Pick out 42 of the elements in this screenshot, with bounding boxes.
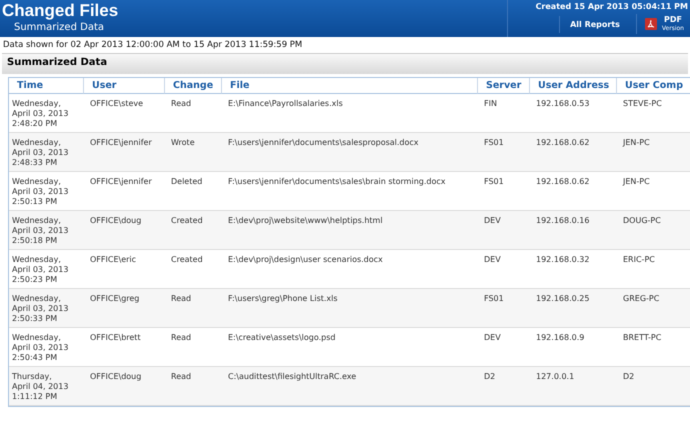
table-cell: C:\audittest\filesightUltraRC.exe: [221, 367, 477, 406]
table-cell: OFFICE\doug: [83, 367, 164, 406]
table-cell: D2: [616, 367, 690, 406]
table-cell: 192.168.0.62: [529, 133, 616, 172]
created-date: Created 15 Apr 2013 05:04:11 PM: [536, 1, 688, 13]
table-cell: DEV: [477, 211, 529, 250]
pdf-icon: [644, 18, 657, 30]
column-header[interactable]: User: [83, 78, 164, 94]
column-header[interactable]: User Comp: [616, 78, 690, 94]
table-cell: Wednesday, April 03, 2013 2:50:33 PM: [9, 289, 83, 328]
table-cell: 127.0.0.1: [529, 367, 616, 406]
table-cell: Wednesday, April 03, 2013 2:48:33 PM: [9, 133, 83, 172]
table-cell: 192.168.0.16: [529, 211, 616, 250]
table-cell: Read: [164, 367, 221, 406]
table-cell: OFFICE\jennifer: [83, 133, 164, 172]
report-title: Changed Files: [2, 0, 120, 21]
column-header[interactable]: Time: [9, 78, 83, 94]
column-header[interactable]: File: [221, 78, 477, 94]
table-cell: DOUG-PC: [616, 211, 690, 250]
table-cell: FS01: [477, 289, 529, 328]
table-cell: D2: [477, 367, 529, 406]
table-cell: OFFICE\doug: [83, 211, 164, 250]
section-title: Summarized Data: [2, 53, 688, 74]
column-header[interactable]: Change: [164, 78, 221, 94]
table-cell: JEN-PC: [616, 133, 690, 172]
table-cell: OFFICE\greg: [83, 289, 164, 328]
table-cell: Thursday, April 04, 2013 1:11:12 PM: [9, 367, 83, 406]
table-cell: FS01: [477, 133, 529, 172]
table-cell: Created: [164, 211, 221, 250]
table-cell: Read: [164, 289, 221, 328]
report-subtitle: Summarized Data: [13, 21, 105, 35]
table-cell: 192.168.0.25: [529, 289, 616, 328]
table-cell: E:\dev\proj\website\www\helptips.html: [221, 211, 477, 250]
column-header[interactable]: Server: [477, 78, 529, 94]
table-cell: Wednesday, April 03, 2013 2:50:18 PM: [9, 211, 83, 250]
all-reports-button[interactable]: All Reports: [559, 16, 630, 32]
table-cell: Wrote: [164, 133, 221, 172]
table-cell: GREG-PC: [616, 289, 690, 328]
date-range: Data shown for 02 Apr 2013 12:00:00 AM to 15 Apr 2013 11:59:59 PM: [2, 39, 304, 52]
table-cell: F:\users\jennifer\documents\salesproposal.docx: [221, 133, 477, 172]
table-cell: F:\users\greg\Phone List.xls: [221, 289, 477, 328]
column-header[interactable]: User Address: [529, 78, 616, 94]
